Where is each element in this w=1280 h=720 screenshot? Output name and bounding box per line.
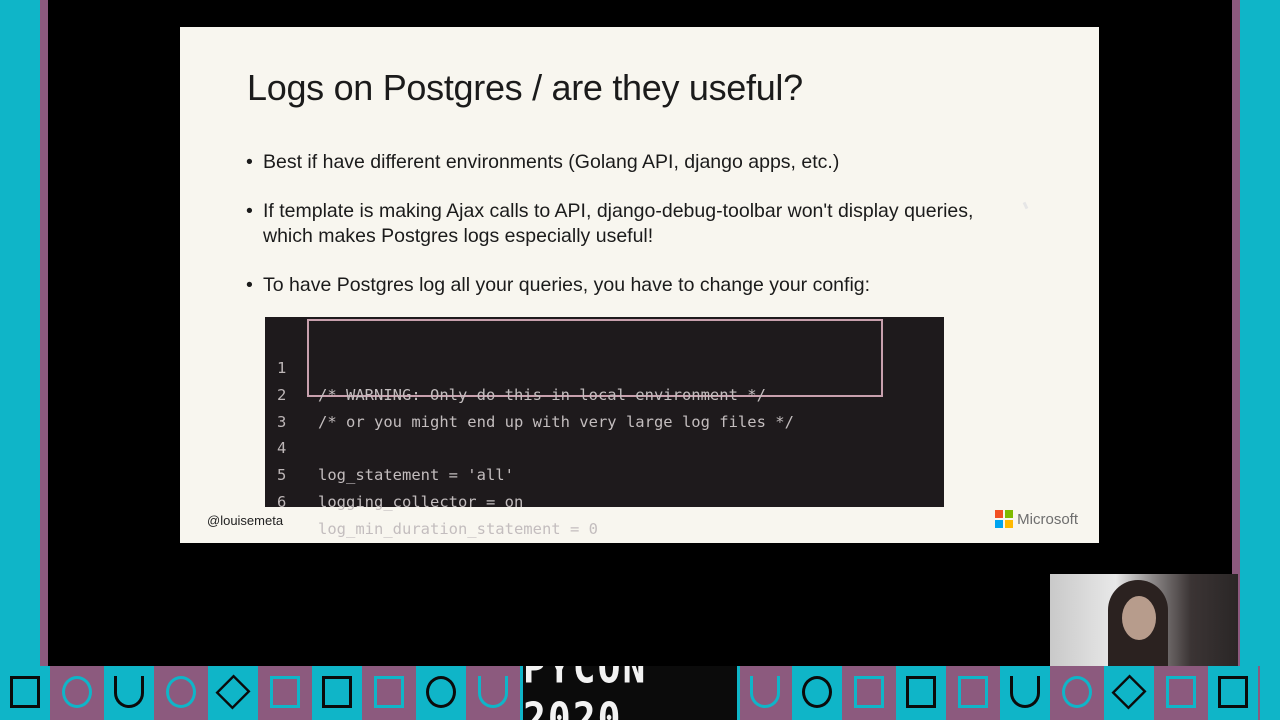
leaf-icon [1052,666,1104,720]
code-line: 2 /* or you might end up with very large… [265,355,794,431]
bullet-item: To have Postgres log all your queries, y… [246,273,1006,298]
bullet-item: Best if have different environments (Gol… [246,150,1006,175]
chevron-icon [740,666,792,720]
snake-icon [52,666,104,720]
line-number: 6 [277,493,287,511]
diamond-icon [1104,666,1156,720]
chevron-icon [1000,666,1052,720]
code-text: /* or you might end up with very large l… [318,413,794,431]
terminal-icon [948,666,1000,720]
code-line: 4 log_statement = 'all' [265,408,514,484]
code-text: log_statement = 'all' [318,466,514,484]
code-text: /* WARNING: Only do this in local enviro… [318,386,766,404]
code-block: 1 /* WARNING: Only do this in local envi… [265,317,944,538]
leaf-icon [156,666,208,720]
leaf-icon [792,666,844,720]
presentation-slide: Logs on Postgres / are they useful? Best… [180,27,1099,543]
window-icon [896,666,948,720]
code-line: 5 logging_collector = on [265,435,523,511]
microsoft-logo-icon [995,510,1014,528]
pycon-title: PYCON 2020 [523,666,648,720]
speaker-webcam [1050,574,1238,666]
code-text: logging_collector = on [318,493,524,511]
microsoft-wordmark: Microsoft [1017,510,1078,528]
terminal-icon [0,666,52,720]
robot-icon [1208,666,1260,720]
speaker-face [1122,596,1156,640]
chip-icon [364,666,416,720]
twitter-handle: @louisemeta [207,513,284,528]
slide-title: Logs on Postgres / are they useful? [247,67,803,108]
left-border-decoration [0,0,48,666]
code-line: 1 /* WARNING: Only do this in local envi… [265,328,766,404]
diamond-icon [208,666,260,720]
code-text: log_min_duration_statement = 0 [318,520,598,538]
robot-icon [312,666,364,720]
chevron-icon [104,666,156,720]
pycon-logo: PYCON 2020 [520,666,740,720]
bars-icon [1156,666,1208,720]
bullet-list: Best if have different environments (Gol… [246,150,1006,322]
arc-icon [468,666,520,720]
microsoft-logo: Microsoft [995,510,1078,528]
right-border-decoration [1232,0,1280,666]
keyboard-icon [844,666,896,720]
bars-icon [260,666,312,720]
bullet-item: If template is making Ajax calls to API,… [246,199,1006,249]
wrench-icon [416,666,468,720]
event-banner: PYCON 2020 [0,666,1280,720]
code-line: 3 [265,382,321,431]
code-line: 6 log_min_duration_statement = 0 [265,462,598,538]
